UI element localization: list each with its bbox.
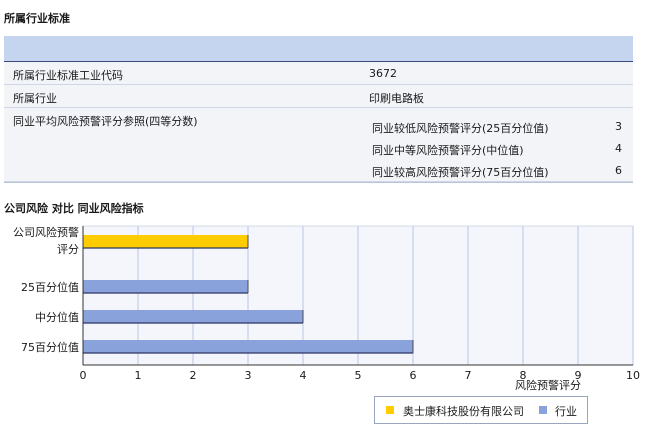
x-tick-label: 6 — [410, 369, 417, 382]
industry-value: 印刷电路板 — [369, 92, 424, 105]
chart-legend: 奥士康科技股份有限公司 行业 — [374, 396, 588, 424]
table-header-band — [4, 36, 633, 62]
table-row-percentiles: 同业平均风险预警评分参照(四等分数) 同业较低风险预警评分(25百分位值) 3 … — [4, 108, 633, 182]
percentile-label: 同业中等风险预警评分(中位值) — [372, 144, 524, 157]
industry-code-label: 所属行业标准工业代码 — [13, 69, 123, 82]
y-category-label: 25百分位值 — [21, 280, 79, 294]
bar — [83, 235, 248, 248]
x-tick-label: 0 — [80, 369, 87, 382]
x-tick-label: 4 — [300, 369, 307, 382]
y-category-label: 公司风险预警 — [13, 225, 79, 239]
risk-comparison-chart: 0 1 2 3 4 5 6 7 8 9 10公司风险预警评分25百分位值中分位值75百分位值风险预警… — [13, 225, 640, 392]
y-category-label: 中分位值 — [35, 310, 79, 324]
legend-swatch-company — [386, 406, 394, 414]
bar — [83, 340, 413, 353]
percentile-value: 6 — [615, 164, 622, 177]
bar — [83, 280, 248, 293]
x-tick-label: 2 — [190, 369, 197, 382]
table-row-industry: 所属行业 印刷电路板 — [4, 85, 633, 108]
y-category-label: 75百分位值 — [21, 340, 79, 354]
x-tick-label: 3 — [245, 369, 252, 382]
percentile-value: 3 — [615, 120, 622, 133]
percentile-label: 同业较高风险预警评分(75百分位值) — [372, 166, 549, 179]
industry-label: 所属行业 — [13, 92, 57, 105]
percentile-label: 同业较低风险预警评分(25百分位值) — [372, 122, 549, 135]
x-tick-label: 10 — [626, 369, 640, 382]
industry-info-table: 所属行业标准工业代码 3672 所属行业 印刷电路板 同业平均风险预警评分参照(… — [4, 36, 633, 183]
x-tick-label: 7 — [465, 369, 472, 382]
bar — [83, 310, 303, 323]
legend-swatch-industry — [539, 406, 547, 414]
table-row-industry-code: 所属行业标准工业代码 3672 — [4, 62, 633, 85]
percentile-value: 4 — [615, 142, 622, 155]
legend-label-company: 奥士康科技股份有限公司 — [403, 405, 524, 418]
y-category-label: 评分 — [57, 243, 79, 256]
avg-score-label: 同业平均风险预警评分参照(四等分数) — [13, 115, 198, 128]
legend-label-industry: 行业 — [555, 405, 577, 418]
x-tick-label: 5 — [355, 369, 362, 382]
x-tick-label: 1 — [135, 369, 142, 382]
industry-code-value: 3672 — [369, 67, 397, 80]
x-axis-title: 风险预警评分 — [515, 378, 581, 392]
section-title-industry: 所属行业标准 — [4, 12, 70, 25]
